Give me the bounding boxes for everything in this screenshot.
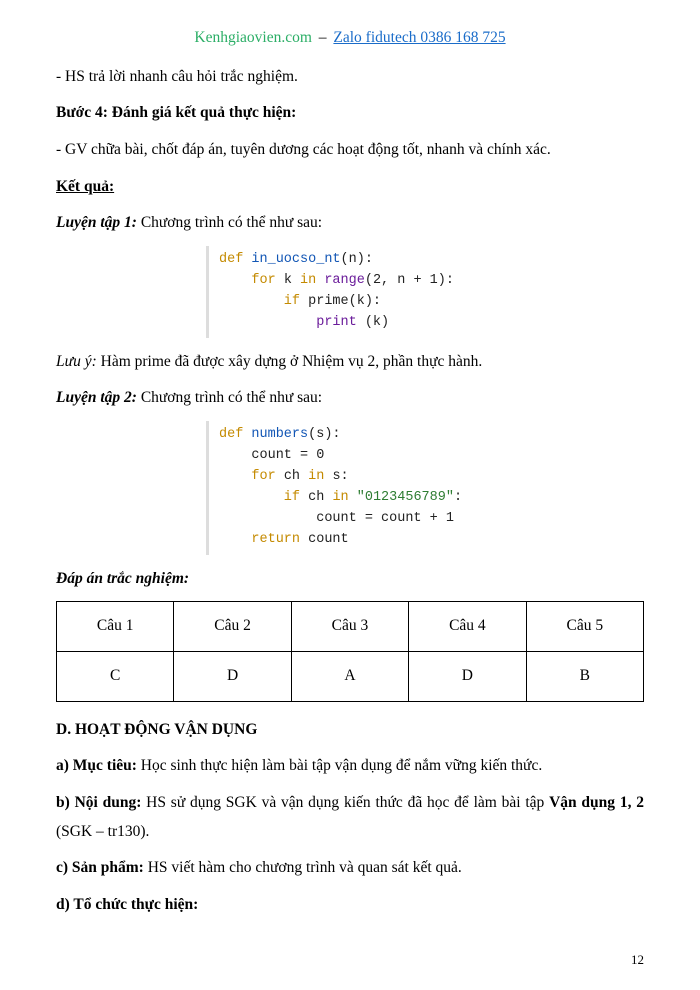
- c-text: HS viết hàm cho chương trình và quan sát…: [144, 859, 462, 876]
- paragraph: - HS trả lời nhanh câu hỏi trắc nghiệm.: [56, 63, 644, 92]
- item-a: a) Mục tiêu: Học sinh thực hiện làm bài …: [56, 752, 644, 781]
- table-cell: B: [526, 651, 643, 701]
- lt1-label: Luyện tập 1:: [56, 214, 137, 231]
- table-cell: D: [174, 651, 291, 701]
- dapan-heading: Đáp án trắc nghiệm:: [56, 565, 644, 594]
- section-d-heading: D. HOẠT ĐỘNG VẬN DỤNG: [56, 716, 644, 745]
- lt1-line: Luyện tập 1: Chương trình có thể như sau…: [56, 209, 644, 238]
- code-block-1: def in_uocso_nt(n): for k in range(2, n …: [206, 246, 644, 338]
- item-b: b) Nội dung: HS sử dụng SGK và vận dụng …: [56, 789, 644, 846]
- table-header-cell: Câu 3: [291, 602, 408, 652]
- table-header-cell: Câu 4: [409, 602, 526, 652]
- result-label: Kết quả:: [56, 178, 114, 195]
- table-cell: C: [57, 651, 174, 701]
- table-header-cell: Câu 2: [174, 602, 291, 652]
- paragraph: - GV chữa bài, chốt đáp án, tuyên dương …: [56, 136, 644, 165]
- b-label: b) Nội dung:: [56, 794, 141, 811]
- header-dash: –: [319, 29, 327, 46]
- header-site: Kenhgiaovien.com: [194, 29, 312, 46]
- lt2-text: Chương trình có thể như sau:: [137, 389, 322, 406]
- table-cell: D: [409, 651, 526, 701]
- c-label: c) Sản phẩm:: [56, 859, 144, 876]
- luuy-label: Lưu ý:: [56, 353, 97, 370]
- page-header: Kenhgiaovien.com – Zalo fidutech 0386 16…: [56, 24, 644, 53]
- item-c: c) Sản phẩm: HS viết hàm cho chương trìn…: [56, 854, 644, 883]
- table-row-answers: C D A D B: [57, 651, 644, 701]
- table-header-cell: Câu 5: [526, 602, 643, 652]
- luuy-line: Lưu ý: Hàm prime đã được xây dựng ở Nhiệ…: [56, 348, 644, 377]
- answers-table: Câu 1 Câu 2 Câu 3 Câu 4 Câu 5 C D A D B: [56, 601, 644, 701]
- lt1-text: Chương trình có thể như sau:: [137, 214, 322, 231]
- item-d: d) Tổ chức thực hiện:: [56, 891, 644, 920]
- table-row-header: Câu 1 Câu 2 Câu 3 Câu 4 Câu 5: [57, 602, 644, 652]
- a-label: a) Mục tiêu:: [56, 757, 137, 774]
- d-label: d) Tổ chức thực hiện:: [56, 896, 198, 913]
- luuy-text: Hàm prime đã được xây dựng ở Nhiệm vụ 2,…: [97, 353, 483, 370]
- document-page: Kenhgiaovien.com – Zalo fidutech 0386 16…: [0, 0, 700, 990]
- table-header-cell: Câu 1: [57, 602, 174, 652]
- page-number: 12: [631, 948, 644, 972]
- a-text: Học sinh thực hiện làm bài tập vận dụng …: [137, 757, 542, 774]
- header-zalo-link[interactable]: Zalo fidutech 0386 168 725: [333, 29, 505, 46]
- b-bold2: Vận dụng 1, 2: [549, 794, 644, 811]
- lt2-line: Luyện tập 2: Chương trình có thể như sau…: [56, 384, 644, 413]
- code-block-2: def numbers(s): count = 0 for ch in s: i…: [206, 421, 644, 555]
- b-text1: HS sử dụng SGK và vận dụng kiến thức đã …: [141, 794, 549, 811]
- step4-heading: Bước 4: Đánh giá kết quả thực hiện:: [56, 99, 644, 128]
- result-heading: Kết quả:: [56, 173, 644, 202]
- lt2-label: Luyện tập 2:: [56, 389, 137, 406]
- b-text2: (SGK – tr130).: [56, 823, 149, 840]
- table-cell: A: [291, 651, 408, 701]
